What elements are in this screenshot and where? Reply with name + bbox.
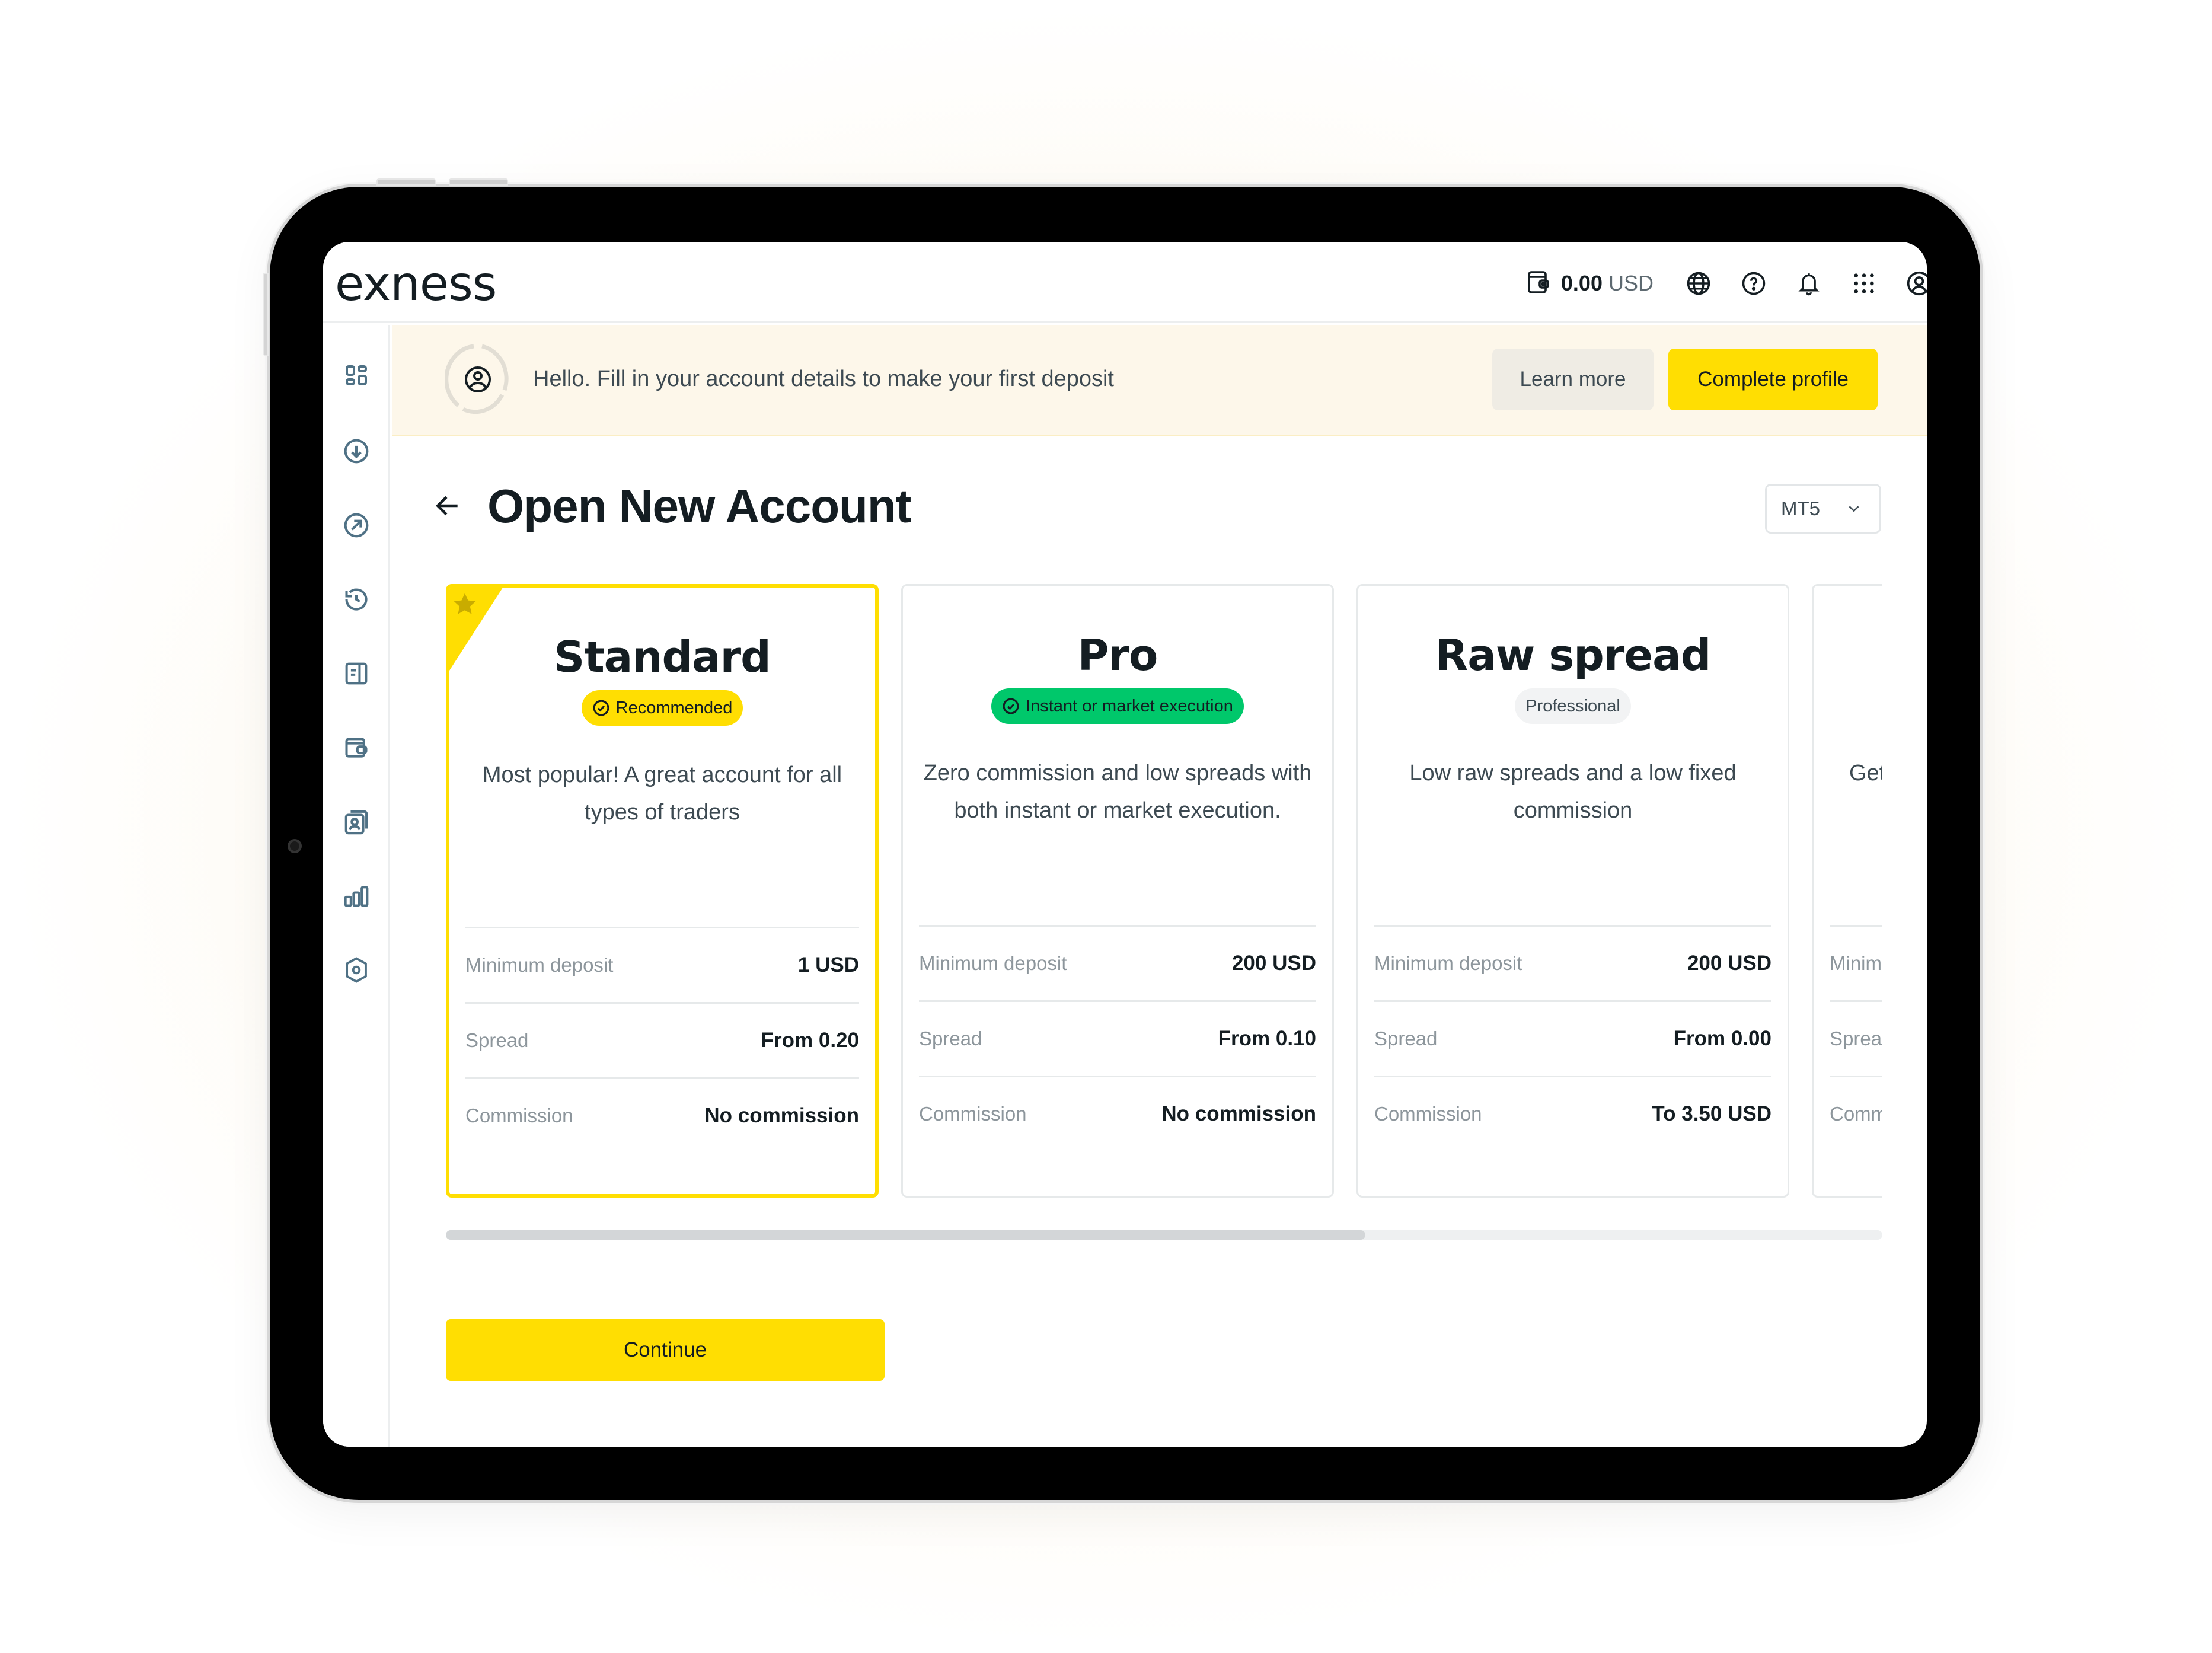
- spec-row: Commission No commission: [919, 1076, 1316, 1151]
- sidebar-item-history[interactable]: [340, 584, 373, 617]
- sidebar-nav: [323, 325, 390, 1447]
- arrow-left-icon: [433, 496, 462, 523]
- deposit-icon: [343, 438, 369, 467]
- professional-badge: Professional: [1515, 688, 1631, 724]
- account-specs: Minimum deposit 200 USD Spread From 0.10 C…: [919, 925, 1316, 1151]
- history-icon: [343, 586, 369, 615]
- check-circle-icon: [1003, 698, 1019, 714]
- profile-completion-banner: Hello. Fill in your account details to m…: [392, 325, 1927, 436]
- wallet-icon: [1527, 267, 1550, 300]
- carousel-scrollbar-thumb[interactable]: [446, 1230, 1365, 1240]
- continue-button[interactable]: Continue: [446, 1319, 885, 1381]
- sidebar-item-security[interactable]: [340, 955, 373, 988]
- star-icon: [452, 591, 478, 617]
- account-card-partial[interactable]: Get Minim Sprea Comm: [1812, 584, 1882, 1198]
- sidebar-item-dashboard[interactable]: [340, 362, 373, 395]
- power-button: [263, 273, 269, 356]
- balance-display[interactable]: 0.00 USD: [1527, 267, 1654, 300]
- dashboard-icon: [344, 364, 368, 393]
- tablet-frame: exness 0.00 USD Hello. Fill in your acco…: [263, 178, 1980, 1500]
- complete-profile-button[interactable]: Complete profile: [1668, 349, 1878, 410]
- sidebar-item-documents[interactable]: [340, 658, 373, 691]
- profile-icon[interactable]: [1904, 269, 1927, 298]
- volume-up-button: [376, 178, 436, 186]
- balance-amount: 0.00: [1560, 271, 1603, 295]
- recommended-badge: Recommended: [581, 690, 743, 726]
- learn-more-button[interactable]: Learn more: [1492, 349, 1654, 410]
- sidebar-item-copy-trading[interactable]: [340, 806, 373, 840]
- sidebar-item-analytics[interactable]: [340, 880, 373, 914]
- spec-row: Spread From 0.00: [1374, 1000, 1771, 1076]
- carousel-scrollbar[interactable]: [446, 1230, 1882, 1240]
- user-icon: [465, 366, 491, 392]
- spec-row: Comm: [1830, 1076, 1882, 1151]
- app-screen: exness 0.00 USD Hello. Fill in your acco…: [323, 242, 1927, 1447]
- spec-row: Commission To 3.50 USD: [1374, 1076, 1771, 1151]
- platform-selected-value: MT5: [1781, 497, 1820, 519]
- account-description: Zero commission and low spreads with bot…: [923, 761, 1312, 823]
- account-specs: Minimum deposit 200 USD Spread From 0.00 C…: [1374, 925, 1771, 1151]
- sidebar-item-wallet[interactable]: [340, 732, 373, 765]
- account-name: Standard: [554, 632, 771, 682]
- spec-row: Minim: [1830, 925, 1882, 1000]
- sidebar-item-withdraw[interactable]: [340, 510, 373, 543]
- globe-icon[interactable]: [1684, 269, 1713, 298]
- spec-row: Minimum deposit 1 USD: [465, 927, 859, 1002]
- banner-message: Hello. Fill in your account details to m…: [533, 366, 1114, 391]
- account-card-raw-spread[interactable]: Raw spread Professional Low raw spreads …: [1356, 584, 1789, 1198]
- bell-icon[interactable]: [1794, 269, 1824, 298]
- copy-trading-icon: [344, 808, 369, 838]
- wallet-icon: [344, 735, 369, 764]
- account-specs: Minim Sprea Comm: [1830, 925, 1882, 1151]
- exness-logo[interactable]: exness: [335, 256, 497, 311]
- spec-row: Minimum deposit 200 USD: [1374, 925, 1771, 1000]
- front-camera: [288, 839, 302, 853]
- account-type-carousel: Standard Recommended Most popular! A gre…: [446, 584, 1882, 1201]
- volume-down-button: [449, 178, 508, 186]
- sidebar-item-deposit[interactable]: [340, 436, 373, 469]
- header-actions: 0.00 USD: [1527, 260, 1927, 307]
- spec-row: Sprea: [1830, 1000, 1882, 1076]
- help-icon[interactable]: [1739, 269, 1769, 298]
- account-name: Raw spread: [1435, 630, 1711, 680]
- analytics-icon: [343, 883, 369, 911]
- withdraw-icon: [343, 512, 369, 541]
- security-icon: [343, 956, 369, 987]
- top-header: exness 0.00 USD: [323, 242, 1927, 323]
- balance-currency: USD: [1608, 271, 1654, 295]
- account-description: Low raw spreads and a low fixed commissi…: [1409, 761, 1737, 823]
- platform-select[interactable]: MT5: [1765, 484, 1881, 534]
- account-description: Most popular! A great account for all ty…: [482, 762, 842, 825]
- account-name: Pro: [1077, 630, 1158, 680]
- account-description: Get: [1849, 761, 1882, 786]
- spec-row: Spread From 0.20: [465, 1002, 859, 1077]
- spec-row: Minimum deposit 200 USD: [919, 925, 1316, 1000]
- account-card-pro[interactable]: Pro Instant or market execution Zero com…: [901, 584, 1334, 1198]
- spec-row: Commission No commission: [465, 1077, 859, 1153]
- execution-badge: Instant or market execution: [991, 688, 1244, 724]
- check-circle-icon: [593, 700, 609, 716]
- account-card-standard[interactable]: Standard Recommended Most popular! A gre…: [446, 584, 879, 1198]
- apps-grid-icon[interactable]: [1849, 269, 1879, 298]
- document-icon: [344, 660, 368, 690]
- account-specs: Minimum deposit 1 USD Spread From 0.20 Com…: [465, 927, 859, 1153]
- profile-progress-ring: [444, 343, 510, 416]
- chevron-down-icon: [1845, 500, 1863, 522]
- spec-row: Spread From 0.10: [919, 1000, 1316, 1076]
- page-title: Open New Account: [487, 480, 911, 532]
- back-button[interactable]: [433, 491, 468, 526]
